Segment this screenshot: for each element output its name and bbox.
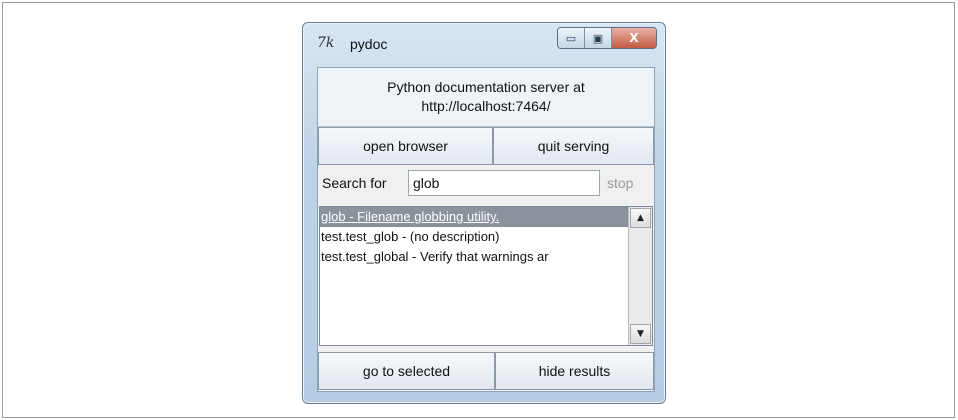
close-icon[interactable]: X	[612, 28, 656, 48]
results-scrollbar[interactable]: ▲ ▼	[628, 207, 652, 345]
search-row: Search for stop	[318, 166, 654, 202]
list-item[interactable]: test.test_global - Verify that warnings …	[320, 247, 628, 267]
window-title: pydoc	[350, 36, 388, 52]
open-browser-button[interactable]: open browser	[318, 127, 493, 165]
title-bar[interactable]: 7k pydoc ▭ ▣ X	[303, 23, 665, 63]
pydoc-window: 7k pydoc ▭ ▣ X Python documentation serv…	[302, 22, 666, 404]
stop-button[interactable]: stop	[607, 175, 633, 191]
server-url: http://localhost:7464/	[421, 98, 551, 114]
window-controls: ▭ ▣ X	[557, 27, 657, 49]
maximize-icon[interactable]: ▣	[585, 28, 612, 48]
server-status: Python documentation server at http://lo…	[318, 68, 654, 127]
list-item[interactable]: test.test_glob - (no description)	[320, 227, 628, 247]
hide-results-button[interactable]: hide results	[495, 352, 654, 390]
client-area: Python documentation server at http://lo…	[317, 67, 655, 392]
server-status-line1: Python documentation server at	[387, 79, 585, 95]
scroll-down-icon[interactable]: ▼	[630, 324, 651, 344]
results-list: glob - Filename globbing utility. test.t…	[319, 206, 653, 346]
search-label: Search for	[322, 175, 387, 191]
minimize-icon[interactable]: ▭	[558, 28, 585, 48]
go-to-selected-button[interactable]: go to selected	[318, 352, 495, 390]
quit-serving-button[interactable]: quit serving	[493, 127, 654, 165]
list-item[interactable]: glob - Filename globbing utility.	[320, 207, 628, 227]
results-items: glob - Filename globbing utility. test.t…	[320, 207, 628, 345]
scroll-up-icon[interactable]: ▲	[630, 208, 651, 228]
tk-icon: 7k	[317, 35, 335, 51]
search-input[interactable]	[408, 170, 600, 196]
